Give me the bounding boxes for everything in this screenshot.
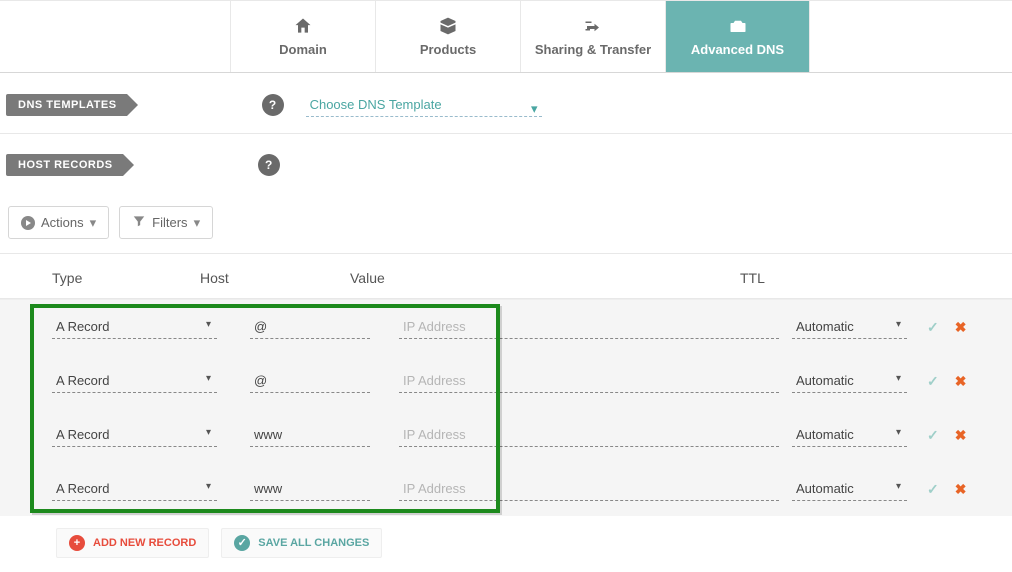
ttl-value: Automatic: [796, 427, 854, 442]
ttl-select[interactable]: Automatic ▾: [792, 369, 907, 393]
caret-down-icon: ▾: [896, 481, 901, 492]
records-area: A Record ▾ Automatic ▾ ✓ ✖ A Record ▾ Au…: [0, 299, 1012, 516]
ttl-value: Automatic: [796, 373, 854, 388]
footer-actions: + ADD NEW RECORD ✓ SAVE ALL CHANGES: [0, 516, 1012, 558]
row-actions: ✓ ✖: [927, 481, 966, 498]
record-row: A Record ▾ Automatic ▾ ✓ ✖: [0, 354, 1012, 408]
funnel-icon: [132, 214, 146, 231]
header-value: Value: [350, 270, 740, 286]
tab-shared-transfer[interactable]: Sharing & Transfer: [520, 1, 665, 72]
add-record-label: ADD NEW RECORD: [93, 537, 196, 549]
header-ttl: TTL: [740, 270, 890, 286]
ttl-select[interactable]: Automatic ▾: [792, 315, 907, 339]
row-actions: ✓ ✖: [927, 427, 966, 444]
delete-icon[interactable]: ✖: [955, 427, 967, 444]
save-all-button[interactable]: ✓ SAVE ALL CHANGES: [221, 528, 382, 558]
filters-button[interactable]: Filters ▾: [119, 206, 213, 239]
type-select[interactable]: A Record ▾: [52, 423, 217, 447]
tab-label: Products: [420, 42, 476, 57]
value-input[interactable]: [399, 315, 779, 339]
value-input[interactable]: [399, 369, 779, 393]
confirm-icon[interactable]: ✓: [927, 373, 939, 390]
plus-icon: +: [69, 535, 85, 551]
help-icon[interactable]: ?: [262, 94, 284, 116]
host-input[interactable]: [250, 315, 370, 339]
type-value: A Record: [56, 481, 109, 496]
tab-domain[interactable]: Domain: [230, 1, 375, 72]
tab-label: Advanced DNS: [691, 42, 784, 57]
grid-header: Type Host Value TTL: [0, 254, 1012, 299]
caret-down-icon: ▾: [531, 101, 538, 117]
tab-label: Domain: [279, 42, 327, 57]
caret-down-icon: ▾: [896, 319, 901, 330]
host-input[interactable]: [250, 477, 370, 501]
add-record-button[interactable]: + ADD NEW RECORD: [56, 528, 209, 558]
ttl-select[interactable]: Automatic ▾: [792, 423, 907, 447]
record-row: A Record ▾ Automatic ▾ ✓ ✖: [0, 408, 1012, 462]
home-icon: [291, 16, 315, 36]
ttl-select[interactable]: Automatic ▾: [792, 477, 907, 501]
delete-icon[interactable]: ✖: [955, 481, 967, 498]
value-input[interactable]: [399, 423, 779, 447]
dns-templates-label: DNS TEMPLATES: [6, 94, 127, 116]
actions-button[interactable]: Actions ▾: [8, 206, 109, 239]
save-all-label: SAVE ALL CHANGES: [258, 537, 369, 549]
help-icon[interactable]: ?: [258, 154, 280, 176]
tab-products[interactable]: Products: [375, 1, 520, 72]
type-select[interactable]: A Record ▾: [52, 369, 217, 393]
record-row: A Record ▾ Automatic ▾ ✓ ✖: [0, 300, 1012, 354]
confirm-icon[interactable]: ✓: [927, 319, 939, 336]
type-value: A Record: [56, 319, 109, 334]
caret-down-icon: ▾: [206, 427, 211, 438]
actions-label: Actions: [41, 215, 84, 230]
caret-down-icon: ▾: [194, 215, 201, 231]
box-icon: [436, 16, 460, 36]
toolbar: Actions ▾ Filters ▾: [0, 192, 1012, 254]
caret-down-icon: ▾: [206, 373, 211, 384]
play-icon: [21, 216, 35, 230]
header-host: Host: [200, 270, 350, 286]
confirm-icon[interactable]: ✓: [927, 427, 939, 444]
value-input[interactable]: [399, 477, 779, 501]
tab-label: Sharing & Transfer: [535, 42, 651, 57]
type-value: A Record: [56, 373, 109, 388]
check-icon: ✓: [234, 535, 250, 551]
delete-icon[interactable]: ✖: [955, 319, 967, 336]
confirm-icon[interactable]: ✓: [927, 481, 939, 498]
template-select-label: Choose DNS Template: [310, 97, 442, 112]
caret-down-icon: ▾: [206, 319, 211, 330]
host-input[interactable]: [250, 369, 370, 393]
type-select[interactable]: A Record ▾: [52, 315, 217, 339]
section-host-records: HOST RECORDS ?: [0, 134, 1012, 192]
delete-icon[interactable]: ✖: [955, 373, 967, 390]
tab-advanced-dns[interactable]: Advanced DNS: [665, 1, 810, 72]
header-type: Type: [0, 270, 200, 286]
type-value: A Record: [56, 427, 109, 442]
caret-down-icon: ▾: [90, 215, 97, 231]
row-actions: ✓ ✖: [927, 373, 966, 390]
template-select[interactable]: Choose DNS Template ▾: [306, 93, 542, 117]
filters-label: Filters: [152, 215, 187, 230]
ttl-value: Automatic: [796, 319, 854, 334]
caret-down-icon: ▾: [896, 427, 901, 438]
caret-down-icon: ▾: [206, 481, 211, 492]
share-icon: [581, 16, 605, 36]
row-actions: ✓ ✖: [927, 319, 966, 336]
caret-down-icon: ▾: [896, 373, 901, 384]
top-tabs: Domain Products Sharing & Transfer Advan…: [0, 0, 1012, 73]
record-row: A Record ▾ Automatic ▾ ✓ ✖: [0, 462, 1012, 516]
host-input[interactable]: [250, 423, 370, 447]
toolbox-icon: [726, 16, 750, 36]
type-select[interactable]: A Record ▾: [52, 477, 217, 501]
host-records-label: HOST RECORDS: [6, 154, 123, 176]
section-dns-templates: DNS TEMPLATES ? Choose DNS Template ▾: [0, 73, 1012, 134]
ttl-value: Automatic: [796, 481, 854, 496]
